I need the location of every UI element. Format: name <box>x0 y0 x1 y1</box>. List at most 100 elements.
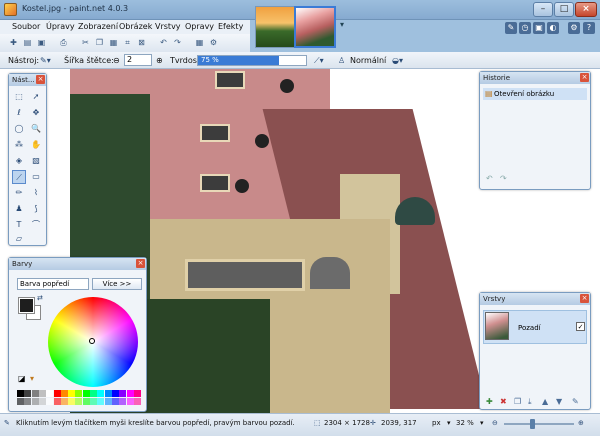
palette-swatch[interactable] <box>104 398 112 405</box>
menu-opravy[interactable]: Opravy <box>185 22 214 31</box>
palette-swatch[interactable] <box>126 390 134 397</box>
crop-icon[interactable]: ⌗ <box>122 37 133 48</box>
blend-mode-icon[interactable]: ♙ <box>338 56 345 65</box>
palette-swatch[interactable] <box>46 398 54 405</box>
redo-icon[interactable]: ↷ <box>500 174 507 183</box>
open-file-icon[interactable]: ▤ <box>22 37 33 48</box>
units-select[interactable]: px <box>432 419 441 427</box>
brush-width-input[interactable]: 2 <box>124 54 152 66</box>
undo-icon[interactable]: ↶ <box>486 174 493 183</box>
palette-swatch[interactable] <box>31 390 39 397</box>
palette-swatch[interactable] <box>126 398 134 405</box>
menu-upravy[interactable]: Úpravy <box>46 22 75 31</box>
palette-swatch[interactable] <box>53 398 61 405</box>
palette-swatch[interactable] <box>17 398 24 405</box>
ellipse-select-icon[interactable]: ◯ <box>12 122 26 136</box>
more-button[interactable]: Více >> <box>92 278 142 290</box>
palette-swatch[interactable] <box>82 390 90 397</box>
palette-swatch[interactable] <box>133 398 141 405</box>
add-layer-icon[interactable]: ✚ <box>486 397 493 406</box>
close-icon[interactable]: × <box>580 294 589 303</box>
zoom-in-icon[interactable]: ⊕ <box>578 419 584 427</box>
alpha-blending-icon[interactable]: ◒▾ <box>392 56 403 65</box>
zoom-dropdown-icon[interactable]: ▾ <box>480 419 484 427</box>
swap-colors-icon[interactable]: ⇄ <box>37 294 43 302</box>
primary-color-swatch[interactable] <box>18 297 35 314</box>
palette-swatch[interactable] <box>24 398 32 405</box>
text-icon[interactable]: T <box>12 218 26 232</box>
history-window-icon[interactable]: ◷ <box>519 22 531 34</box>
palette-swatch[interactable] <box>53 390 61 397</box>
gear-icon[interactable]: ⚙ <box>568 22 580 34</box>
paint-bucket-icon[interactable]: ◈ <box>12 154 26 168</box>
palette-swatch[interactable] <box>60 398 68 405</box>
rectangle-select-icon[interactable]: ⬚ <box>12 90 26 104</box>
history-item[interactable]: Otevření obrázku <box>483 88 587 100</box>
line-curve-icon[interactable]: ⌒ <box>29 218 43 232</box>
palette-swatch[interactable] <box>97 398 105 405</box>
lasso-icon[interactable]: ℓ <box>12 106 26 120</box>
magic-wand-icon[interactable]: ⁂ <box>12 138 26 152</box>
zoom-icon[interactable]: 🔍 <box>29 122 43 136</box>
close-icon[interactable]: × <box>36 75 45 84</box>
save-icon[interactable]: ▣ <box>36 37 47 48</box>
image-tab-thumbnail-active[interactable] <box>294 6 336 48</box>
decrease-icon[interactable]: ⊖ <box>113 56 120 65</box>
menu-vrstvy[interactable]: Vrstvy <box>155 22 181 31</box>
palette-swatch[interactable] <box>38 398 46 405</box>
shapes-icon[interactable]: ▱ <box>12 232 26 246</box>
palette-menu-icon[interactable]: ▾ <box>30 374 34 383</box>
palette-swatch[interactable] <box>111 398 119 405</box>
zoom-slider[interactable] <box>504 423 574 425</box>
palette-swatch[interactable] <box>119 390 127 397</box>
move-up-icon[interactable]: ▲ <box>542 397 548 406</box>
palette-swatch[interactable] <box>133 390 141 397</box>
deselect-icon[interactable]: ⊠ <box>136 37 147 48</box>
close-button[interactable]: × <box>575 2 597 17</box>
color-target-select[interactable]: Barva popředí <box>17 278 89 290</box>
paintnet-app-icon[interactable] <box>4 3 17 16</box>
layer-visibility-checkbox[interactable]: ✓ <box>576 322 585 331</box>
antialiasing-icon[interactable]: ⟋▾ <box>314 56 324 66</box>
menu-zobrazeni[interactable]: Zobrazení <box>78 22 118 31</box>
move-selection-icon[interactable]: ➚ <box>29 90 43 104</box>
paintbrush-icon[interactable]: ✎▾ <box>40 56 51 65</box>
eraser-icon[interactable]: ▭ <box>29 170 43 184</box>
color-wheel-cursor[interactable] <box>89 338 95 344</box>
layer-properties-icon[interactable]: ✎ <box>572 397 579 406</box>
zoom-slider-thumb[interactable] <box>530 419 535 429</box>
new-file-icon[interactable]: ✚ <box>8 37 19 48</box>
palette-swatch[interactable] <box>111 390 119 397</box>
image-tab-thumbnail[interactable] <box>255 6 297 48</box>
close-icon[interactable]: × <box>580 73 589 82</box>
clone-stamp-icon[interactable]: ♟ <box>12 202 26 216</box>
merge-layer-icon[interactable]: ⤓ <box>528 397 532 407</box>
palette-swatch[interactable] <box>31 398 39 405</box>
palette-swatch[interactable] <box>119 398 127 405</box>
copy-icon[interactable]: ❐ <box>94 37 105 48</box>
settings-icon[interactable]: ⚙ <box>208 37 219 48</box>
units-dropdown-icon[interactable]: ▾ <box>447 419 451 427</box>
zoom-out-icon[interactable]: ⊖ <box>492 419 498 427</box>
paste-icon[interactable]: ▦ <box>108 37 119 48</box>
paintbrush-tool-icon[interactable]: ⟋ <box>12 170 26 184</box>
blend-mode-select[interactable]: Normální <box>350 56 386 65</box>
gradient-icon[interactable]: ▧ <box>29 154 43 168</box>
pencil-icon[interactable]: ✏ <box>12 186 26 200</box>
layers-window-icon[interactable]: ▣ <box>533 22 545 34</box>
tools-window-icon[interactable]: ✎ <box>505 22 517 34</box>
close-icon[interactable]: × <box>136 259 145 268</box>
palette-swatch[interactable] <box>97 390 105 397</box>
menu-efekty[interactable]: Efekty <box>218 22 243 31</box>
duplicate-layer-icon[interactable]: ❐ <box>514 397 521 406</box>
undo-icon[interactable]: ↶ <box>158 37 169 48</box>
menu-obrazek[interactable]: Obrázek <box>119 22 152 31</box>
palette-swatch[interactable] <box>90 390 97 397</box>
palette-swatch[interactable] <box>38 390 46 397</box>
pan-icon[interactable]: ✋ <box>29 138 43 152</box>
palette-swatch[interactable] <box>68 398 76 405</box>
color-palette[interactable] <box>17 390 141 406</box>
palette-swatch[interactable] <box>60 390 68 397</box>
minimize-button[interactable]: – <box>533 2 553 17</box>
delete-layer-icon[interactable]: ✖ <box>500 397 507 406</box>
